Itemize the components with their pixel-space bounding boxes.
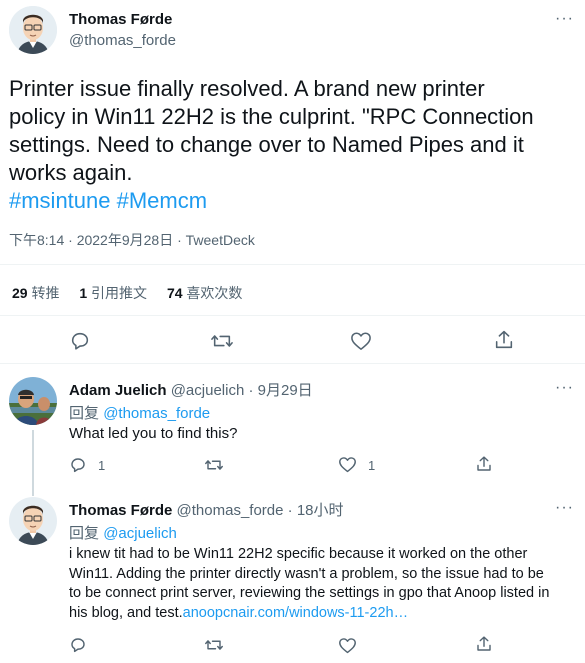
likes-stat[interactable]: 74 喜欢次数 xyxy=(167,285,242,301)
main-tweet-text: Printer issue finally resolved. A brand … xyxy=(9,75,579,215)
divider xyxy=(0,264,585,265)
reply-text-line: Win11. Adding the printer directly wasn'… xyxy=(69,565,544,582)
reply-text: i knew tit had to be Win11 22H2 specific… xyxy=(69,545,581,623)
share-icon[interactable] xyxy=(475,635,493,653)
reply-to-line: 回复 @acjuelich xyxy=(69,522,177,543)
reply-text-line: to be connect print server, reviewing th… xyxy=(69,585,550,601)
reply-to-handle[interactable]: @thomas_forde xyxy=(103,405,210,422)
main-author-avatar[interactable] xyxy=(9,6,57,54)
quotes-stat[interactable]: 1 引用推文 xyxy=(79,285,151,301)
retweet-icon[interactable] xyxy=(210,330,234,352)
retweets-stat[interactable]: 29 转推 xyxy=(12,285,63,301)
reply-text-end: his blog, and test. xyxy=(69,604,183,621)
like-icon[interactable] xyxy=(338,456,357,473)
reply-date[interactable]: · 18小时 xyxy=(288,502,344,519)
quotes-count: 1 xyxy=(79,285,88,301)
like-icon[interactable] xyxy=(350,331,372,351)
reply-prefix: 回复 xyxy=(69,525,100,542)
tweet-text-line: Printer issue finally resolved. A brand … xyxy=(9,76,485,101)
tweet-text-line: settings. Need to change over to Named P… xyxy=(9,132,524,157)
tweet-text-line: works again. xyxy=(9,160,133,185)
like-icon[interactable] xyxy=(338,637,357,654)
reply-author-avatar[interactable] xyxy=(9,377,57,425)
more-icon[interactable]: ··· xyxy=(555,379,574,397)
reply-header: Thomas Førde @thomas_forde · 18小时 xyxy=(69,499,344,520)
reply-date[interactable]: · 9月29日 xyxy=(248,382,312,399)
main-author-handle[interactable]: @thomas_forde xyxy=(69,32,176,49)
reply-link[interactable]: anoopcnair.com/windows-11-22h… xyxy=(183,605,408,621)
reply-author-handle[interactable]: @thomas_forde xyxy=(177,502,284,519)
reply-author-handle[interactable]: @acjuelich xyxy=(171,382,245,399)
reply-count: 1 xyxy=(98,458,106,473)
reply-icon[interactable] xyxy=(69,456,87,474)
retweet-icon[interactable] xyxy=(204,456,224,474)
stats-row: 29 转推 1 引用推文 74 喜欢次数 xyxy=(12,283,242,303)
reply-to-handle[interactable]: @acjuelich xyxy=(103,525,177,542)
quotes-label: 引用推文 xyxy=(91,285,148,301)
reply-icon[interactable] xyxy=(69,330,91,352)
reply-to-line: 回复 @thomas_forde xyxy=(69,402,210,423)
hashtags[interactable]: #msintune #Memcm xyxy=(9,187,579,215)
retweet-icon[interactable] xyxy=(204,636,224,654)
more-icon[interactable]: ··· xyxy=(555,10,574,28)
tweet-timestamp[interactable]: 下午8:14 · 2022年9月28日 · TweetDeck xyxy=(9,230,255,250)
reply-text: What led you to find this? xyxy=(69,425,238,442)
reply-thread-line xyxy=(32,430,34,496)
reply-prefix: 回复 xyxy=(69,405,100,422)
reply-text-line: i knew tit had to be Win11 22H2 specific… xyxy=(69,546,528,562)
likes-label: 喜欢次数 xyxy=(186,285,243,301)
reply-author-name[interactable]: Thomas Førde xyxy=(69,502,172,519)
divider xyxy=(0,315,585,316)
reply-icon[interactable] xyxy=(69,636,87,654)
like-count: 1 xyxy=(368,458,376,473)
retweets-label: 转推 xyxy=(31,285,60,301)
reply-header: Adam Juelich @acjuelich · 9月29日 xyxy=(69,379,313,400)
divider xyxy=(0,363,585,364)
reply-author-avatar[interactable] xyxy=(9,497,57,545)
reply-text-line: his blog, and test.anoopcnair.com/window… xyxy=(69,604,581,624)
main-author-name[interactable]: Thomas Førde xyxy=(69,11,172,28)
reply-author-name[interactable]: Adam Juelich xyxy=(69,382,167,399)
retweets-count: 29 xyxy=(12,285,28,301)
likes-count: 74 xyxy=(166,285,183,301)
more-icon[interactable]: ··· xyxy=(555,499,574,517)
share-icon[interactable] xyxy=(475,455,493,473)
tweet-text-line: policy in Win11 22H2 is the culprint. "R… xyxy=(9,104,534,129)
share-icon[interactable] xyxy=(493,329,515,351)
